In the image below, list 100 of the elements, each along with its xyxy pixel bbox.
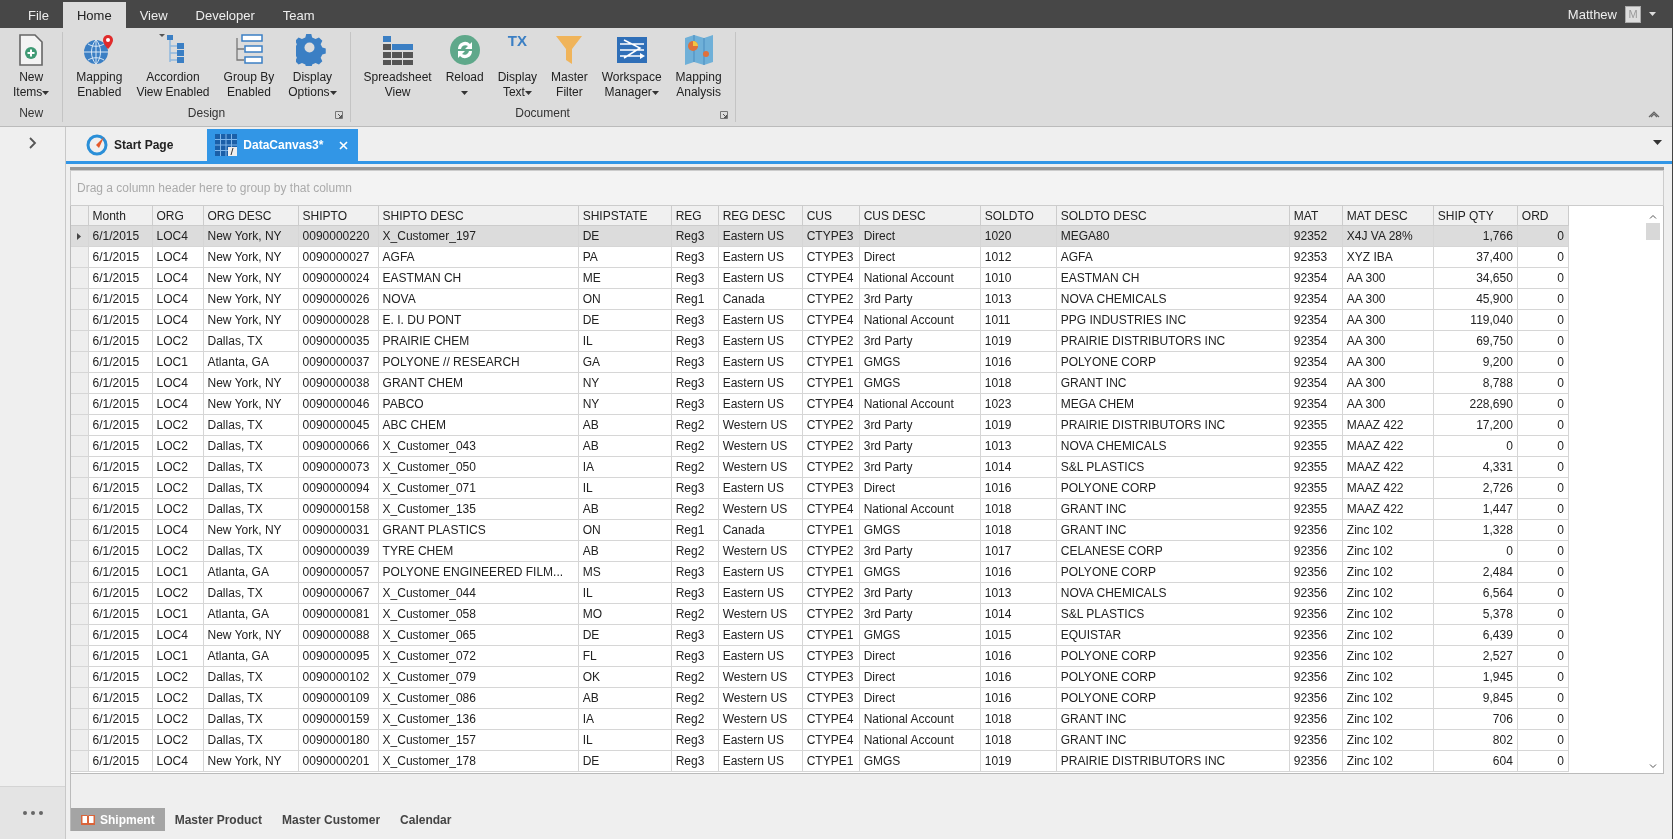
table-row[interactable]: 6/1/2015 LOC2 Dallas, TX 0090000109 X_Customer_086 AB Reg2 Western US CTYPE3 Direct 1016 POLYONE CORP 92356 Zinc 102 9,845 0 [71,687,1569,709]
column-header[interactable]: CUS [802,206,860,226]
user-name[interactable]: Matthew [1567,6,1617,22]
table-cell: 0090000094 [298,477,379,499]
table-cell: MAAZ 422 [1342,456,1434,478]
table-row[interactable]: 6/1/2015 LOC1 Atlanta, GA 0090000037 POLYONE // RESEARCH GA Reg3 Eastern US CTYPE1 GMGS 1016 POLYONE CORP 92354 AA 300 9,200 0 [71,351,1569,373]
table-row[interactable]: 6/1/2015 LOC2 Dallas, TX 0090000158 X_Customer_135 AB Reg2 Western US CTYPE4 National Account 1018 GRANT INC 92355 MAAZ 422 1,447 0 [71,498,1569,520]
sheet-tab[interactable]: Master Product [164,808,273,831]
table-row[interactable]: 6/1/2015 LOC4 New York, NY 0090000031 GRANT PLASTICS ON Reg1 Canada CTYPE1 GMGS 1018 GRANT INC 92356 Zinc 102 1,328 0 [71,519,1569,541]
column-header[interactable]: ORG [152,206,204,226]
ribbon-button[interactable]: Master Filter [544,32,595,106]
table-row[interactable]: 6/1/2015 LOC2 Dallas, TX 0090000180 X_Customer_157 IL Reg3 Eastern US CTYPE4 National Account 1018 GRANT INC 92356 Zinc 102 802 0 [71,729,1569,751]
ribbon-button[interactable]: Workspace Manager [594,32,669,106]
column-header[interactable]: REG [671,206,719,226]
menu-tab[interactable]: Team [268,2,329,28]
column-header[interactable]: SHIP QTY [1433,206,1518,226]
column-header[interactable]: Month [88,206,152,226]
table-cell: AA 300 [1342,330,1434,352]
table-cell: Dallas, TX [203,414,299,436]
scroll-up-icon[interactable] [1649,214,1657,219]
table-cell: 6/1/2015 [88,330,152,352]
dialog-launcher-icon[interactable] [719,111,728,119]
table-row[interactable]: 6/1/2015 LOC4 New York, NY 0090000028 E. I. DU PONT DE Reg3 Eastern US CTYPE4 National Account 1011 PPG INDUSTRIES INC 92354 AA 300 119,040 0 [71,309,1569,331]
ribbon-button[interactable]: New Items [6,32,57,106]
table-row[interactable]: 6/1/2015 LOC1 Atlanta, GA 0090000081 X_Customer_058 MO Reg2 Western US CTYPE2 3rd Party 1014 S&L PLASTICS 92356 Zinc 102 5,378 0 [71,603,1569,625]
table-row[interactable]: 6/1/2015 LOC2 Dallas, TX 0090000067 X_Customer_044 IL Reg3 Eastern US CTYPE2 3rd Party 1013 NOVA CHEMICALS 92356 Zinc 102 6,564 0 [71,582,1569,604]
scrollbar-thumb[interactable] [1646,223,1660,240]
table-cell: Reg2 [671,687,719,709]
table-row[interactable]: 6/1/2015 LOC2 Dallas, TX 0090000073 X_Customer_050 IA Reg2 Western US CTYPE2 3rd Party 1014 S&L PLASTICS 92355 MAAZ 422 4,331 0 [71,456,1569,478]
column-header[interactable]: CUS DESC [859,206,981,226]
caret-icon[interactable] [1649,12,1656,16]
table-row[interactable]: 6/1/2015 LOC2 Dallas, TX 0090000094 X_Customer_071 IL Reg3 Eastern US CTYPE3 Direct 1016 POLYONE CORP 92355 MAAZ 422 2,726 0 [71,477,1569,499]
table-cell: X_Customer_157 [378,729,579,751]
table-row[interactable]: 6/1/2015 LOC1 Atlanta, GA 0090000095 X_Customer_072 FL Reg3 Eastern US CTYPE3 Direct 1016 POLYONE CORP 92356 Zinc 102 2,527 0 [71,645,1569,667]
table-cell: XYZ IBA [1342,246,1434,268]
ribbon-button[interactable]: Accordion View Enabled [129,32,217,106]
table-row[interactable]: 6/1/2015 LOC4 New York, NY 0090000026 NOVA ON Reg1 Canada CTYPE2 3rd Party 1013 NOVA CHEMICALS 92354 AA 300 45,900 0 [71,288,1569,310]
chevron-right-icon[interactable] [28,137,37,149]
table-row[interactable]: 6/1/2015 LOC2 Dallas, TX 0090000045 ABC CHEM AB Reg2 Western US CTYPE2 3rd Party 1019 PRAIRIE DISTRIBUTORS INC 92355 MAAZ 422 17,200 0 [71,414,1569,436]
sheet-tab[interactable]: Calendar [390,808,462,831]
column-header[interactable]: MAT [1289,206,1343,226]
table-cell: 6/1/2015 [88,372,152,394]
table-cell: AA 300 [1342,372,1434,394]
column-header[interactable]: ORG DESC [203,206,299,226]
menu-tab[interactable]: Home [62,2,126,28]
table-cell: 6/1/2015 [88,603,152,625]
dialog-launcher-icon[interactable] [334,111,343,119]
table-row[interactable]: 6/1/2015 LOC4 New York, NY 0090000027 AGFA PA Reg3 Eastern US CTYPE3 Direct 1012 AGFA 92353 XYZ IBA 37,400 0 [71,246,1569,268]
dropdown-caret-icon[interactable] [1653,140,1662,145]
table-row[interactable]: 6/1/2015 LOC1 Atlanta, GA 0090000057 POLYONE ENGINEERED FILM... MS Reg3 Eastern US CTYPE1 GMGS 1016 POLYONE CORP 92356 Zinc 102 2,484 0 [71,561,1569,583]
table-row[interactable]: 6/1/2015 LOC2 Dallas, TX 0090000159 X_Customer_136 IA Reg2 Western US CTYPE4 National Account 1018 GRANT INC 92356 Zinc 102 706 0 [71,708,1569,730]
ribbon-button[interactable]: TX Display Text [490,32,545,106]
column-header[interactable]: MAT DESC [1342,206,1434,226]
table-cell: GMGS [859,519,981,541]
column-header[interactable]: SHIPSTATE [578,206,672,226]
collapse-icon[interactable] [1648,110,1660,118]
ribbon-button[interactable]: Mapping Analysis [668,32,729,106]
column-header[interactable]: SHIPTO DESC [378,206,579,226]
table-row[interactable]: 6/1/2015 LOC4 New York, NY 0090000046 PABCO NY Reg3 Eastern US CTYPE4 National Account 1023 MEGA CHEM 92354 AA 300 228,690 0 [71,393,1569,415]
menu-tab[interactable]: Developer [181,2,269,28]
table-cell: CTYPE2 [802,288,860,310]
table-cell: MS [578,561,672,583]
table-row[interactable]: 6/1/2015 LOC2 Dallas, TX 0090000039 TYRE CHEM AB Reg2 Western US CTYPE2 3rd Party 1017 CELANESE CORP 92356 Zinc 102 0 0 [71,540,1569,562]
menu-tab[interactable]: View [125,2,182,28]
table-cell: POLYONE CORP [1056,666,1290,688]
table-cell: CTYPE2 [802,435,860,457]
table-row[interactable]: 6/1/2015 LOC2 Dallas, TX 0090000066 X_Customer_043 AB Reg2 Western US CTYPE2 3rd Party 1013 NOVA CHEMICALS 92355 MAAZ 422 0 0 [71,435,1569,457]
table-row[interactable]: 6/1/2015 LOC4 New York, NY 0090000088 X_Customer_065 DE Reg3 Eastern US CTYPE1 GMGS 1015 EQUISTAR 92356 Zinc 102 6,439 0 [71,624,1569,646]
ribbon-button[interactable]: Reload [438,32,491,106]
table-cell: 0090000028 [298,309,379,331]
table-cell: Dallas, TX [203,708,299,730]
close-icon[interactable] [339,140,349,150]
ribbon-button[interactable]: Spreadsheet View [356,32,439,106]
sheet-tab[interactable]: Master Customer [272,808,391,831]
menu-tab[interactable]: File [14,2,63,28]
table-cell: 6/1/2015 [88,645,152,667]
book-icon [81,814,95,825]
table-cell: 6/1/2015 [88,246,152,268]
column-header[interactable]: ORD [1517,206,1569,226]
table-cell: AA 300 [1342,288,1434,310]
table-row[interactable]: 6/1/2015 LOC4 New York, NY 0090000201 X_Customer_178 DE Reg3 Eastern US CTYPE1 GMGS 1019 PRAIRIE DISTRIBUTORS INC 92356 Zinc 102 604 0 [71,750,1569,772]
table-cell: 1018 [980,519,1057,541]
table-row[interactable]: 6/1/2015 LOC2 Dallas, TX 0090000102 X_Customer_079 OK Reg2 Western US CTYPE3 Direct 1016 POLYONE CORP 92356 Zinc 102 1,945 0 [71,666,1569,688]
table-cell: 0 [1517,393,1569,415]
table-row[interactable]: 6/1/2015 LOC2 Dallas, TX 0090000035 PRAIRIE CHEM IL Reg3 Eastern US CTYPE2 3rd Party 1019 PRAIRIE DISTRIBUTORS INC 92354 AA 300 69,750 0 [71,330,1569,352]
ribbon-button[interactable]: Mapping Enabled [69,32,130,106]
table-cell: 0090000109 [298,687,379,709]
column-header[interactable]: SOLDTO DESC [1056,206,1290,226]
table-row[interactable]: 6/1/2015 LOC4 New York, NY 0090000038 GRANT CHEM NY Reg3 Eastern US CTYPE1 GMGS 1018 GRANT INC 92354 AA 300 8,788 0 [71,372,1569,394]
table-cell: 1019 [980,750,1057,772]
scroll-down-icon[interactable] [1649,764,1657,769]
table-row[interactable]: 6/1/2015 LOC4 New York, NY 0090000024 EASTMAN CH ME Reg3 Eastern US CTYPE4 National Account 1010 EASTMAN CH 92354 AA 300 34,650 0 [71,267,1569,289]
column-header[interactable]: REG DESC [718,206,803,226]
table-row[interactable]: 6/1/2015 LOC4 New York, NY 0090000220 X_Customer_197 DE Reg3 Eastern US CTYPE3 Direct 1020 MEGA80 92352 X4J VA 28% 1,766 0 [71,225,1569,247]
ribbon-button[interactable]: Display Options [281,32,344,106]
column-header[interactable]: SOLDTO [980,206,1057,226]
column-header[interactable]: SHIPTO [298,206,379,226]
document-tab[interactable]: Start Page [78,129,184,161]
table-cell: 6/1/2015 [88,351,152,373]
ribbon-button[interactable]: Group By Enabled [216,32,282,106]
